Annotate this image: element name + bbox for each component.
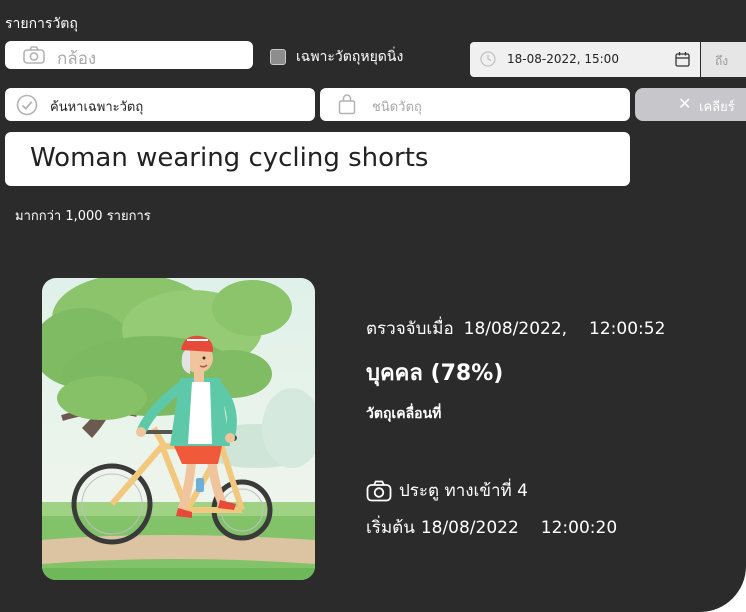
detected-date: 18/08/2022,	[463, 319, 568, 339]
start-time: เริ่มต้น 18/08/2022 12:00:20	[366, 514, 617, 541]
page-title: รายการวัตถุ	[5, 16, 78, 32]
result-thumbnail[interactable]	[42, 278, 315, 580]
object-search-field[interactable]: ค้นหาเฉพาะวัตถุ	[5, 88, 315, 121]
start-time-value: 12:00:20	[540, 518, 618, 538]
cyclist-image	[42, 278, 315, 580]
camera-select[interactable]: กล้อง	[5, 41, 253, 69]
date-to-label: ถึง	[715, 54, 729, 68]
object-search-value: ค้นหาเฉพาะวัตถุ	[50, 100, 144, 115]
object-class: บุคคล (78%)	[366, 361, 504, 386]
stopped-only-filter[interactable]: เฉพาะวัตถุหยุดนิ่ง	[270, 46, 403, 68]
date-from-value: 18-08-2022, 15:00	[507, 52, 619, 66]
stopped-only-label: เฉพาะวัตถุหยุดนิ่ง	[296, 49, 404, 65]
clock-icon	[480, 51, 496, 67]
start-date: 18/08/2022	[420, 518, 519, 538]
clear-button-label: เคลียร์	[699, 100, 735, 115]
stopped-only-checkbox[interactable]	[270, 49, 286, 65]
motion-status: วัตถุเคลื่อนที่	[366, 406, 442, 422]
camera-icon	[366, 480, 392, 501]
start-label: เริ่มต้น	[366, 518, 415, 538]
detected-at: ตรวจจับเมื่อ 18/08/2022, 12:00:52	[366, 315, 665, 342]
camera-location: ประตู ทางเข้าที่ 4	[366, 477, 528, 504]
check-circle-icon	[16, 94, 38, 116]
query-input-value: Woman wearing cycling shorts	[30, 143, 429, 173]
date-from-field[interactable]: 18-08-2022, 15:00	[470, 42, 700, 77]
camera-select-value: กล้อง	[57, 49, 97, 69]
query-input[interactable]: Woman wearing cycling shorts	[5, 132, 630, 186]
object-list-panel: รายการวัตถุ กล้อง เฉพาะวัตถุหยุดนิ่ง 18-…	[0, 0, 746, 612]
camera-location-label: ประตู ทางเข้าที่ 4	[399, 481, 528, 501]
calendar-icon[interactable]	[675, 51, 690, 67]
results-count: มากกว่า 1,000 รายการ	[15, 209, 151, 224]
object-type-select[interactable]: ชนิดวัตถุ	[320, 88, 630, 121]
object-type-placeholder: ชนิดวัตถุ	[372, 100, 422, 115]
clear-button[interactable]: ✕ เคลียร์	[635, 88, 746, 121]
detected-time: 12:00:52	[589, 319, 666, 339]
shopping-bag-icon	[338, 94, 356, 115]
date-to-field[interactable]: ถึง	[701, 42, 746, 77]
camera-icon	[23, 46, 45, 64]
close-icon: ✕	[678, 94, 692, 113]
detected-label: ตรวจจับเมื่อ	[366, 319, 454, 339]
